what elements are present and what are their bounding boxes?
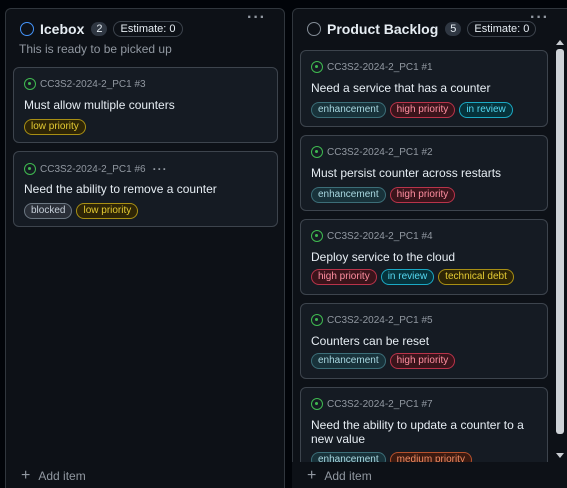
- issue-card[interactable]: CC3S2-2024-2_PC1 #2 Must persist counter…: [300, 135, 548, 211]
- label-technical-debt[interactable]: technical debt: [438, 269, 514, 285]
- status-circle-icon: [20, 22, 34, 36]
- issue-reference-text: CC3S2-2024-2_PC1 #3: [40, 78, 146, 90]
- add-item-button[interactable]: + Add item: [21, 467, 86, 484]
- issue-reference[interactable]: CC3S2-2024-2_PC1 #3: [24, 78, 146, 90]
- open-issue-icon: [311, 314, 323, 326]
- label-list: low priority: [24, 119, 86, 135]
- issue-reference-text: CC3S2-2024-2_PC1 #1: [327, 61, 433, 73]
- label-enhancement[interactable]: enhancement: [311, 187, 386, 203]
- open-issue-icon: [311, 146, 323, 158]
- issue-card[interactable]: CC3S2-2024-2_PC1 #3 Must allow multiple …: [13, 67, 278, 143]
- column-header: Icebox 2 Estimate: 0: [6, 18, 284, 40]
- column-scrollbar[interactable]: [554, 37, 567, 461]
- column-menu-icon[interactable]: ···: [247, 10, 266, 26]
- column-product-backlog: Product Backlog 5 Estimate: 0 ··· CC3S2-…: [292, 8, 567, 488]
- label-high-priority[interactable]: high priority: [311, 269, 377, 285]
- open-issue-icon: [24, 163, 36, 175]
- label-enhancement[interactable]: enhancement: [311, 102, 386, 118]
- issue-reference-text: CC3S2-2024-2_PC1 #4: [327, 230, 433, 242]
- issue-title[interactable]: Need a service that has a counter: [311, 81, 537, 95]
- item-count-badge: 2: [91, 22, 108, 36]
- column-menu-icon[interactable]: ···: [530, 10, 549, 26]
- issue-reference[interactable]: CC3S2-2024-2_PC1 #4: [311, 230, 433, 242]
- add-item-button[interactable]: + Add item: [307, 467, 372, 484]
- add-item-label: Add item: [324, 469, 372, 483]
- scroll-up-arrow-icon[interactable]: [556, 40, 564, 45]
- issue-title[interactable]: Must persist counter across restarts: [311, 166, 537, 180]
- estimate-badge: Estimate: 0: [467, 21, 537, 37]
- label-in-review[interactable]: in review: [459, 102, 513, 118]
- issue-title[interactable]: Need the ability to remove a counter: [24, 182, 267, 196]
- open-issue-icon: [24, 78, 36, 90]
- issue-reference[interactable]: CC3S2-2024-2_PC1 #5: [311, 314, 433, 326]
- card-list: CC3S2-2024-2_PC1 #3 Must allow multiple …: [13, 67, 278, 235]
- column-header: Product Backlog 5 Estimate: 0: [293, 18, 567, 40]
- add-item-label: Add item: [38, 469, 86, 483]
- status-circle-icon: [307, 22, 321, 36]
- plus-icon: +: [21, 467, 31, 484]
- column-title: Icebox: [40, 21, 85, 37]
- issue-reference[interactable]: CC3S2-2024-2_PC1 #7: [311, 398, 433, 410]
- issue-reference[interactable]: CC3S2-2024-2_PC1 #2: [311, 146, 433, 158]
- issue-reference[interactable]: CC3S2-2024-2_PC1 #1: [311, 61, 433, 73]
- scroll-thumb[interactable]: [556, 49, 564, 434]
- issue-reference-text: CC3S2-2024-2_PC1 #7: [327, 398, 433, 410]
- label-low-priority[interactable]: low priority: [24, 119, 86, 135]
- label-high-priority[interactable]: high priority: [389, 187, 456, 203]
- scroll-down-arrow-icon[interactable]: [556, 453, 564, 458]
- issue-title[interactable]: Must allow multiple counters: [24, 98, 267, 112]
- issue-title[interactable]: Counters can be reset: [311, 334, 537, 348]
- card-menu-icon[interactable]: ···: [153, 162, 168, 176]
- issue-card[interactable]: CC3S2-2024-2_PC1 #4 Deploy service to th…: [300, 219, 548, 295]
- column-icebox: Icebox 2 Estimate: 0 ··· This is ready t…: [5, 8, 285, 488]
- label-in-review[interactable]: in review: [380, 269, 435, 285]
- item-count-badge: 5: [445, 22, 462, 36]
- label-high-priority[interactable]: high priority: [389, 353, 456, 369]
- plus-icon: +: [307, 467, 317, 484]
- issue-card[interactable]: CC3S2-2024-2_PC1 #5 Counters can be rese…: [300, 303, 548, 379]
- column-footer: + Add item: [292, 462, 555, 488]
- open-issue-icon: [311, 230, 323, 242]
- issue-reference-text: CC3S2-2024-2_PC1 #5: [327, 314, 433, 326]
- issue-title[interactable]: Need the ability to update a counter to …: [311, 418, 537, 446]
- estimate-badge: Estimate: 0: [113, 21, 183, 37]
- issue-card[interactable]: CC3S2-2024-2_PC1 #1 Need a service that …: [300, 50, 548, 127]
- label-high-priority[interactable]: high priority: [389, 102, 456, 118]
- issue-reference[interactable]: CC3S2-2024-2_PC1 #6 ···: [24, 162, 168, 176]
- label-list: blocked low priority: [24, 203, 139, 219]
- issue-reference-text: CC3S2-2024-2_PC1 #2: [327, 146, 433, 158]
- issue-card[interactable]: CC3S2-2024-2_PC1 #6 ··· Need the ability…: [13, 151, 278, 227]
- card-list: CC3S2-2024-2_PC1 #1 Need a service that …: [300, 50, 548, 485]
- issue-title[interactable]: Deploy service to the cloud: [311, 250, 537, 264]
- open-issue-icon: [311, 61, 323, 73]
- label-list: enhancement high priority in review: [311, 102, 513, 118]
- column-description: This is ready to be picked up: [19, 42, 172, 56]
- issue-reference-text: CC3S2-2024-2_PC1 #6: [40, 163, 146, 175]
- label-blocked[interactable]: blocked: [24, 203, 73, 219]
- label-list: enhancement high priority: [311, 353, 456, 369]
- label-low-priority[interactable]: low priority: [76, 203, 139, 219]
- open-issue-icon: [311, 398, 323, 410]
- label-list: enhancement high priority: [311, 187, 456, 203]
- column-title: Product Backlog: [327, 21, 439, 37]
- label-list: high priority in review technical debt: [311, 269, 514, 285]
- label-enhancement[interactable]: enhancement: [311, 353, 386, 369]
